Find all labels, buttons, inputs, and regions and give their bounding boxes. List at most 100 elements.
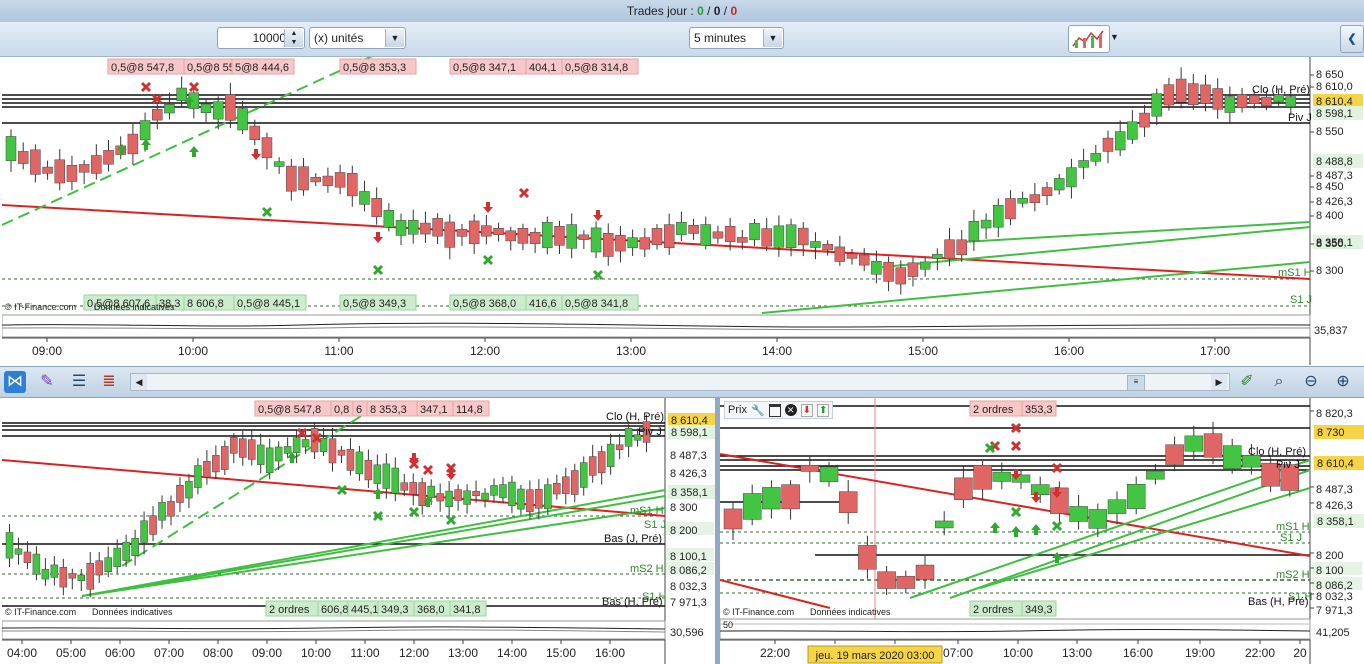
time-tick-label: 22:00 [1245, 646, 1275, 660]
move-up-icon[interactable]: ⬆ [817, 403, 830, 417]
left-chart[interactable]: 0,5@8 547,8 0,8 6 8 353,3 347,1 114,8 2 ordres… [2, 398, 715, 664]
candle-body [896, 575, 916, 589]
share-icon[interactable]: ⋈ [4, 371, 26, 393]
chart-scrollbar[interactable]: ◀ ≡ ▶ [130, 373, 1230, 391]
candle-body [445, 490, 453, 507]
chart-type-button[interactable] [1068, 25, 1110, 53]
candle-body [68, 573, 77, 579]
candle-body [700, 224, 712, 246]
order-tag: 2 ordres [973, 604, 1014, 616]
time-tick-label: 13:00 [1062, 646, 1092, 660]
orders-list-icon[interactable]: ☰ [68, 371, 90, 393]
candle-body [176, 87, 187, 101]
candle-body [858, 254, 870, 266]
level-label: Piv J [1288, 112, 1312, 124]
candle-body [499, 484, 507, 499]
candle-body [932, 253, 943, 259]
candle-body [1248, 95, 1260, 104]
candle-body [200, 103, 212, 113]
price-label: 7 971,3 [670, 597, 707, 609]
scroll-right-arrow[interactable]: ▶ [1211, 374, 1227, 390]
candle-body [127, 133, 139, 155]
candle-body [1236, 94, 1248, 108]
candle-body [907, 262, 919, 277]
order-tag: 0,5@8 314,8 [565, 62, 628, 74]
main-chart-canvas[interactable]: 0,5@8 547,8 0,5@8 556,85@8 444,6 0,5@8 353… [2, 57, 1364, 365]
candle-body [54, 159, 66, 184]
ladder-icon[interactable]: ≣ [98, 371, 120, 393]
candle-body [167, 501, 175, 517]
price-tag: 8 730 [1317, 427, 1345, 439]
time-tick-label: 07:00 [154, 646, 184, 660]
indicator-value: 41,205 [1316, 627, 1350, 639]
time-tick-label: 09:00 [32, 344, 62, 358]
candle-body [566, 224, 577, 249]
candle-body [493, 227, 504, 235]
order-tag: 5@8 444,6 [235, 62, 289, 74]
unit-select[interactable]: (x) unités ▼ [309, 27, 406, 49]
candle-body [32, 553, 41, 575]
order-tag: 114,8 [456, 404, 483, 416]
candle-body [1090, 153, 1102, 162]
candle-body [298, 166, 309, 191]
time-tick-label: 19:00 [1185, 646, 1215, 660]
candle-body [838, 491, 858, 513]
collapse-panel-button[interactable]: ❮ [1340, 25, 1364, 53]
order-tag: 0,5@8 547,8 [111, 62, 174, 74]
order-tag: 349,3 [1025, 604, 1053, 616]
candle-body [588, 456, 597, 476]
chevron-down-icon[interactable]: ▼ [385, 29, 404, 47]
close-icon[interactable]: ✕ [784, 404, 797, 416]
interval-select[interactable]: 5 minutes ▼ [689, 27, 784, 49]
candle-body [1146, 470, 1165, 480]
candle-body [544, 484, 552, 510]
zoom-out-icon[interactable]: ⊖ [1300, 371, 1322, 393]
zoom-in-icon[interactable]: ⊕ [1332, 371, 1354, 393]
indicator-icon[interactable]: ✎ [36, 371, 58, 393]
time-tick-label: 22:00 [760, 646, 790, 660]
candle-body [954, 477, 973, 500]
copyright-note: Données indicatives [94, 302, 175, 312]
candle-body [328, 438, 337, 464]
candle-body [1078, 160, 1089, 168]
candle-body [194, 465, 202, 488]
zoom-fit-icon[interactable]: ⌕ [1268, 371, 1290, 393]
candle-body [400, 482, 409, 491]
copyright-note: Données indicatives [810, 607, 891, 617]
chevron-down-icon[interactable]: ▼ [763, 29, 782, 47]
candle-body [1126, 483, 1146, 509]
right-chart[interactable]: 2 ordres 353,3 2 ordres 349,3 Clo (H, Pré) Pi… [720, 398, 1364, 664]
order-tag: 0,5@8 547,8 [258, 404, 321, 416]
candle-body [944, 239, 955, 259]
drawing-tool-icon[interactable]: ✐ [1236, 371, 1258, 393]
price-label: 8 100,1 [670, 551, 707, 563]
quantity-spinner[interactable]: ▲ ▼ [284, 29, 303, 47]
candle-body [1069, 506, 1088, 522]
candle-body [517, 228, 529, 244]
main-chart[interactable]: 0,5@8 547,8 0,5@8 556,8 5@8 444,6 0,5@8 353… [2, 57, 1364, 365]
candle-body [749, 223, 760, 241]
price-label: 8 200 [1316, 550, 1344, 562]
candle-body [113, 547, 121, 567]
candle-body [535, 488, 543, 509]
time-tick-label: 14:00 [762, 344, 792, 358]
wrench-icon[interactable]: 🔧 [751, 404, 765, 417]
price-label: 8 032,3 [670, 581, 707, 593]
right-chart-canvas[interactable]: 2 ordres 353,3 2 ordres 349,3 Clo (H, Pré)Pi… [720, 398, 1364, 664]
candle-body [131, 537, 139, 556]
candle-body [597, 451, 606, 474]
scroll-left-arrow[interactable]: ◀ [131, 374, 147, 390]
copyright: © IT-Finance.com [723, 607, 794, 617]
order-tag: 368,0 [417, 604, 445, 616]
candle-body [86, 563, 94, 590]
left-chart-canvas[interactable]: 0,5@8 547,8 0,8 6 8 353,3 347,1 114,8 2 ordres… [2, 398, 715, 664]
scroll-thumb[interactable]: ≡ [1127, 375, 1145, 391]
chevron-down-icon[interactable]: ▼ [1110, 32, 1119, 42]
move-down-icon[interactable]: ⬇ [800, 403, 814, 417]
candle-body [810, 241, 821, 248]
candle-body [639, 237, 651, 250]
time-tick-label: 05:00 [56, 646, 86, 660]
quantity-input[interactable]: 10000 ▲ ▼ [217, 27, 305, 49]
time-tick-label: 10:00 [301, 646, 331, 660]
maximize-icon[interactable] [768, 403, 781, 417]
